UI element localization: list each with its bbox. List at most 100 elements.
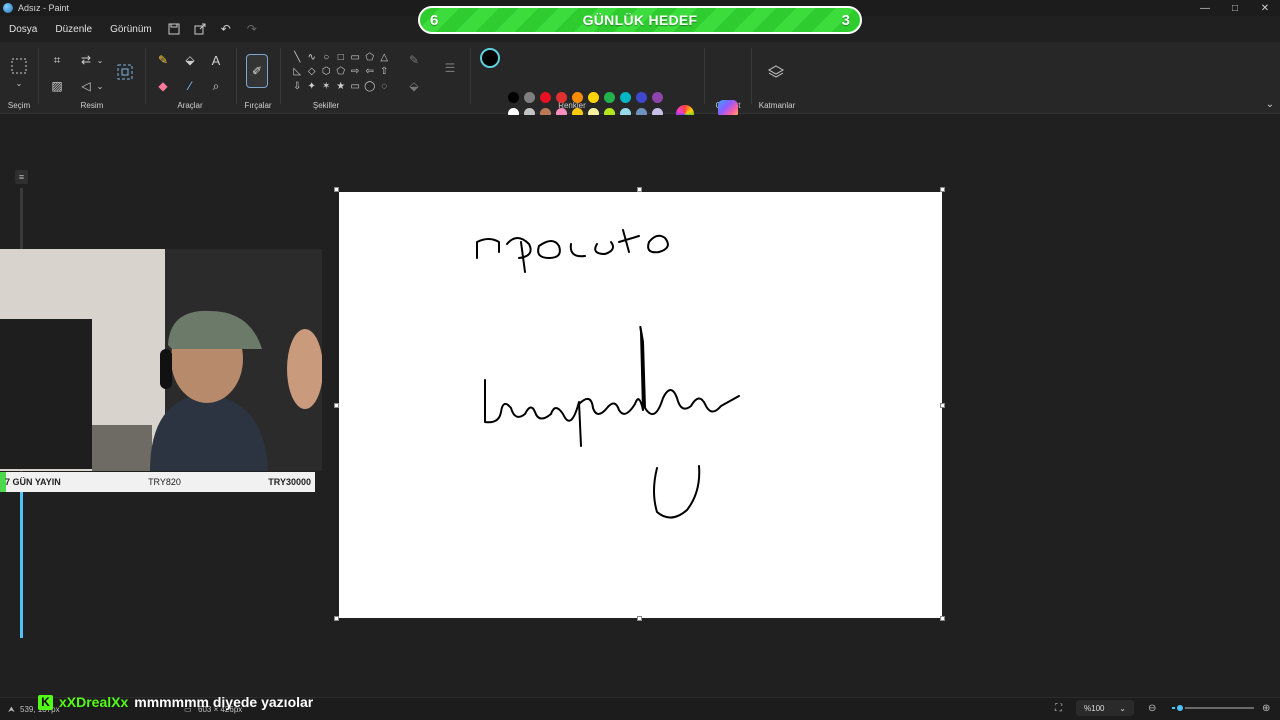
shape-item[interactable]: ▭ (348, 79, 363, 94)
pointer-icon: ⮝ (8, 705, 15, 714)
minimize-button[interactable]: — (1190, 0, 1220, 16)
outline-icon[interactable]: ✎ (406, 52, 422, 68)
shapes-gallery: ╲ ∿ ○ □ ▭ ⬠ △ ◺ ◇ ⬡ ⬠ ⇨ ⇦ ⇧ ⇩ ✦ ✶ ★ ▭ ◯ ◌ (290, 50, 392, 94)
selection-chevron-icon[interactable]: ⌄ (11, 75, 27, 91)
rotate-chevron-icon[interactable]: ⌄ (92, 78, 108, 94)
zoom-out-icon[interactable]: ⊖ (1148, 703, 1156, 714)
shape-item[interactable]: ⇨ (348, 65, 363, 80)
close-button[interactable]: ✕ (1250, 0, 1280, 16)
menu-edit[interactable]: Düzenle (46, 24, 101, 35)
color-swatch[interactable] (508, 92, 519, 103)
group-label-colors: Renkler (558, 101, 586, 110)
shape-item[interactable]: ⬡ (319, 65, 334, 80)
goal-left-count: 6 (430, 11, 439, 29)
zoom-slider-knob[interactable] (1175, 703, 1185, 713)
image-select-icon[interactable] (117, 64, 133, 80)
fit-to-window-icon[interactable]: ⛶ (1055, 703, 1062, 714)
canvas-handle-bottom[interactable] (637, 616, 642, 621)
shape-item[interactable]: ∿ (305, 50, 320, 65)
brush-size-slider-fill (20, 492, 23, 638)
shape-item[interactable]: ⇦ (363, 65, 378, 80)
color-swatch[interactable] (588, 92, 599, 103)
layers-icon[interactable] (768, 64, 784, 80)
shape-item[interactable]: ★ (334, 79, 349, 94)
webcam-overlay (0, 249, 322, 471)
shape-fill-icon[interactable]: ⬙ (406, 78, 422, 94)
undo-icon[interactable]: ↶ (213, 19, 239, 39)
shape-item[interactable]: ◺ (290, 65, 305, 80)
text-icon[interactable]: A (208, 52, 224, 68)
shape-item[interactable]: ✶ (319, 79, 334, 94)
brush-size-slider-icon[interactable]: ≡ (15, 170, 28, 184)
canvas-handle-top (637, 187, 642, 192)
zoom-value: %100 (1084, 703, 1105, 713)
share-icon[interactable] (187, 19, 213, 39)
group-label-shapes: Şekiller (312, 101, 340, 110)
shape-item[interactable]: ✦ (305, 79, 320, 94)
zoom-select[interactable]: %100 ⌄ (1076, 700, 1134, 716)
group-label-brushes: Fırçalar (244, 101, 272, 110)
shape-item[interactable]: □ (334, 50, 349, 65)
pencil-icon[interactable]: ✎ (155, 52, 171, 68)
goal-title: GÜNLÜK HEDEF (582, 12, 698, 28)
fill-icon[interactable]: ⬙ (182, 52, 198, 68)
redo-icon[interactable]: ↷ (239, 19, 265, 39)
group-layers: Katmanlar (753, 42, 801, 114)
magnifier-icon[interactable]: ⌕ (208, 78, 224, 94)
collapse-ribbon-icon[interactable]: ⌄ (1262, 96, 1278, 112)
chat-username: xXDrealXx (59, 694, 129, 710)
color-picker-icon[interactable]: ⁄ (182, 78, 198, 94)
canvas-handle-top-left (334, 187, 339, 192)
group-tools: ✎ ⬙ A ◆ ⁄ ⌕ Araçlar (147, 42, 233, 114)
shape-item[interactable]: ▭ (348, 50, 363, 65)
primary-color[interactable] (480, 48, 500, 68)
shape-item[interactable]: ◌ (377, 79, 392, 94)
streamer-webcam-image (0, 249, 322, 471)
shape-item[interactable]: ◇ (305, 65, 320, 80)
shape-item[interactable]: ⇧ (377, 65, 392, 80)
save-icon[interactable] (161, 19, 187, 39)
skew-icon[interactable]: ▨ (49, 78, 65, 94)
zoom-in-icon[interactable]: ⊕ (1262, 703, 1270, 714)
daily-goal-banner: 6 GÜNLÜK HEDEF 3 (418, 6, 862, 34)
color-swatch[interactable] (636, 92, 647, 103)
maximize-button[interactable]: □ (1220, 0, 1250, 16)
shape-item[interactable]: ⇩ (290, 79, 305, 94)
shape-item[interactable]: ╲ (290, 50, 305, 65)
color-swatch[interactable] (524, 92, 535, 103)
rectangle-select-icon[interactable] (11, 58, 27, 74)
shape-item[interactable]: ⬠ (334, 65, 349, 80)
shape-item[interactable]: △ (377, 50, 392, 65)
shape-item[interactable]: ○ (319, 50, 334, 65)
stream-goal-bar: 7 GÜN YAYIN TRY820 TRY30000 (0, 472, 315, 492)
kick-logo-icon: K (38, 694, 53, 710)
brush-icon: ✐ (251, 64, 263, 78)
stream-goal-target: TRY30000 (268, 477, 311, 487)
color-swatch[interactable] (604, 92, 615, 103)
ribbon: ⌄ Seçim ⌗ ⇄ ⌄ ▨ ◁ ⌄ Resim ✎ ⬙ A ◆ ⁄ ⌕ Ar… (0, 42, 1280, 135)
window-controls: — □ ✕ (1190, 0, 1280, 16)
zoom-chevron-icon: ⌄ (1119, 703, 1126, 713)
resize-chevron-icon[interactable]: ⌄ (92, 52, 108, 68)
goal-right-count: 3 (841, 11, 850, 29)
crop-icon[interactable]: ⌗ (49, 52, 65, 68)
drawing-canvas[interactable] (339, 192, 942, 618)
color-swatch[interactable] (572, 92, 583, 103)
canvas-drawing (476, 229, 740, 519)
shape-item[interactable]: ⬠ (363, 50, 378, 65)
color-swatch[interactable] (652, 92, 663, 103)
canvas-handle-right[interactable] (940, 403, 945, 408)
shape-item[interactable]: ◯ (363, 79, 378, 94)
stream-goal-current: TRY820 (148, 477, 181, 487)
color-swatch[interactable] (620, 92, 631, 103)
color-swatch[interactable] (540, 92, 551, 103)
menu-file[interactable]: Dosya (0, 24, 46, 35)
eraser-icon[interactable]: ◆ (155, 78, 171, 94)
color-swatch[interactable] (556, 92, 567, 103)
group-label-tools: Araçlar (177, 101, 203, 110)
stroke-size-icon[interactable]: ☰ (442, 60, 458, 76)
group-colors: Renkler (472, 42, 702, 114)
canvas-handle-bottom-right[interactable] (940, 616, 945, 621)
menu-view[interactable]: Görünüm (101, 24, 161, 35)
brush-button[interactable]: ✐ (246, 54, 268, 88)
